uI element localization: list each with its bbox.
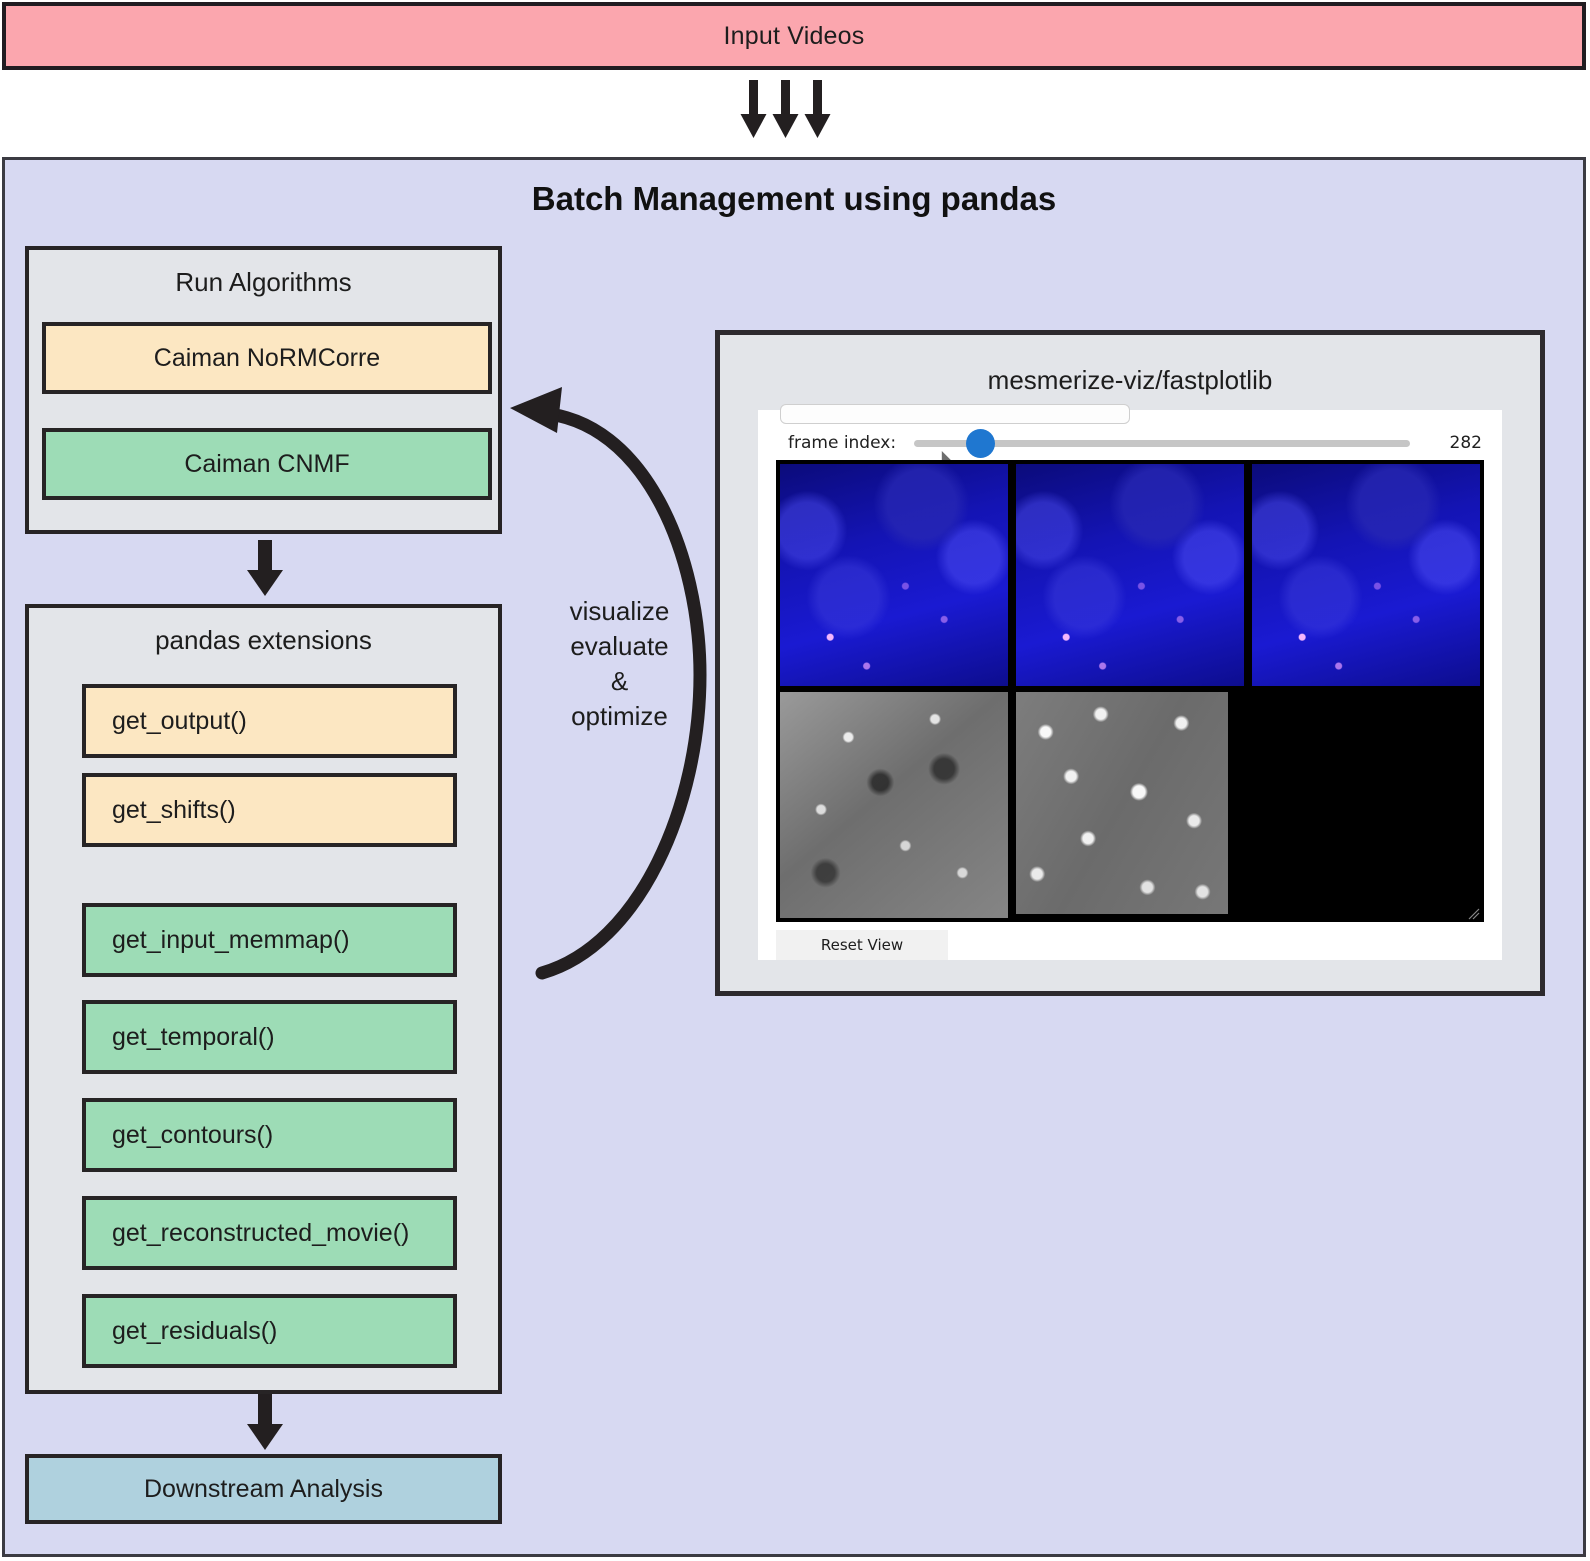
down-arrow-icon — [740, 80, 831, 138]
algorithm-item-label: Caiman CNMF — [184, 449, 350, 478]
frame-index-label: frame index: — [788, 433, 897, 453]
pandas-extension-get-residuals[interactable]: get_residuals() — [82, 1294, 457, 1368]
arrow-run-to-pandas — [245, 540, 285, 598]
pandas-extension-get-output[interactable]: get_output() — [82, 684, 457, 758]
frame-index-value: 282 — [1449, 433, 1482, 453]
visualization-panel-title: mesmerize-viz/fastplotlib — [987, 365, 1273, 395]
feedback-loop-line-2: evaluate — [570, 631, 669, 661]
toolbar-stub — [780, 404, 1130, 424]
input-videos-bar: Input Videos — [2, 2, 1586, 70]
algorithm-item-label: Caiman NoRMCorre — [153, 343, 381, 372]
pandas-extension-get-input-memmap[interactable]: get_input_memmap() — [82, 903, 457, 977]
resize-corner-icon — [1468, 908, 1480, 920]
feedback-loop-line-1: visualize — [569, 596, 670, 626]
down-arrow-icon — [247, 1394, 283, 1450]
grid-cell-2[interactable] — [1252, 464, 1480, 686]
movie-grid — [776, 460, 1484, 922]
pandas-extension-label: get_input_memmap() — [112, 925, 350, 954]
batch-management-panel: Batch Management using pandas Run Algori… — [2, 157, 1586, 1557]
grid-cell-4[interactable] — [1016, 692, 1228, 914]
arrow-pandas-to-downstream — [245, 1394, 285, 1452]
input-videos-label: Input Videos — [723, 21, 865, 50]
resize-handle-icon[interactable] — [1468, 907, 1480, 920]
pandas-extension-label: get_shifts() — [112, 795, 236, 824]
pandas-extension-get-shifts[interactable]: get_shifts() — [82, 773, 457, 847]
run-algorithms-group: Run Algorithms Caiman NoRMCorre Caiman C… — [25, 246, 502, 534]
frame-index-slider[interactable] — [914, 428, 1410, 458]
grid-cell-0[interactable] — [780, 464, 1008, 686]
pandas-extension-label: get_residuals() — [112, 1316, 278, 1345]
reset-view-button[interactable]: Reset View — [776, 930, 948, 960]
pandas-extension-get-contours[interactable]: get_contours() — [82, 1098, 457, 1172]
feedback-loop-line-4: optimize — [571, 701, 668, 731]
visualization-canvas: frame index: 282 Reset View — [758, 404, 1502, 960]
pandas-extension-get-temporal[interactable]: get_temporal() — [82, 1000, 457, 1074]
pandas-extensions-title: pandas extensions — [155, 625, 372, 655]
grid-cell-5[interactable] — [1252, 692, 1480, 918]
algorithm-item-caiman-cnmf[interactable]: Caiman CNMF — [42, 428, 492, 500]
pandas-extensions-group: pandas extensions get_output() get_shift… — [25, 604, 502, 1394]
grid-cell-1[interactable] — [1016, 464, 1244, 686]
feedback-loop-line-3: & — [610, 666, 629, 696]
triple-down-arrows — [735, 80, 845, 142]
grid-cell-3[interactable] — [780, 692, 1008, 918]
batch-panel-title: Batch Management using pandas — [531, 180, 1057, 217]
pandas-extension-label: get_output() — [112, 706, 247, 735]
frame-index-slider-thumb[interactable] — [966, 428, 996, 458]
pandas-extension-label: get_temporal() — [112, 1022, 275, 1051]
downstream-analysis-label: Downstream Analysis — [144, 1474, 383, 1503]
pandas-extension-get-reconstructed-movie[interactable]: get_reconstructed_movie() — [82, 1196, 457, 1270]
run-algorithms-title: Run Algorithms — [175, 267, 352, 297]
pandas-extension-label: get_contours() — [112, 1120, 274, 1149]
visualization-panel: mesmerize-viz/fastplotlib frame index: 2… — [715, 330, 1545, 996]
downstream-analysis-box[interactable]: Downstream Analysis — [25, 1454, 502, 1524]
frame-index-slider-row: frame index: 282 — [758, 425, 1502, 461]
down-arrow-icon — [247, 540, 283, 596]
algorithm-item-caiman-normcorre[interactable]: Caiman NoRMCorre — [42, 322, 492, 394]
feedback-loop-label: visualize evaluate & optimize — [532, 594, 707, 734]
pandas-extension-label: get_reconstructed_movie() — [112, 1218, 410, 1247]
